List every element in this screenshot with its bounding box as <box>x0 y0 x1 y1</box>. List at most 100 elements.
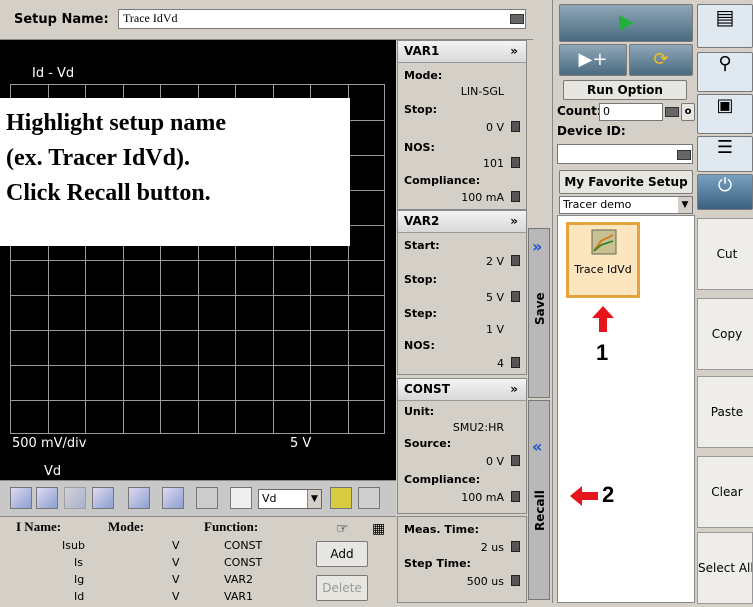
row-name: Is <box>74 556 83 569</box>
start-value[interactable]: 2 V <box>486 255 504 268</box>
source-value[interactable]: 0 V <box>486 455 504 468</box>
line1-icon[interactable] <box>92 487 114 509</box>
chevron-down-icon: ▼ <box>678 197 692 213</box>
collapse-icon[interactable]: » <box>510 44 518 58</box>
row-name: Isub <box>62 539 85 552</box>
calculator-icon[interactable] <box>511 121 520 132</box>
var2-header[interactable]: VAR2 » <box>398 211 526 233</box>
instruction-line-2: (ex. Tracer IdVd). <box>6 145 190 171</box>
axis-icon[interactable] <box>230 487 252 509</box>
search-button[interactable]: ⚲ <box>697 52 753 92</box>
setup-bar: Setup Name: Trace IdVd <box>0 0 533 40</box>
var2-title: VAR2 <box>404 214 440 228</box>
calculator-icon[interactable] <box>511 157 520 168</box>
marker-icon[interactable] <box>10 487 32 509</box>
repeat-button[interactable]: ⟳ <box>629 44 693 76</box>
power-button[interactable]: ⏻ <box>697 174 753 210</box>
zoom-icon[interactable] <box>36 487 58 509</box>
nos-value[interactable]: 101 <box>483 157 504 170</box>
search-icon: ⚲ <box>718 53 732 74</box>
compliance-value[interactable]: 100 mA <box>461 491 504 504</box>
calculator-icon[interactable] <box>511 191 520 202</box>
favorite-setup-button[interactable]: My Favorite Setup ▾ <box>559 170 693 211</box>
collapse-icon[interactable]: » <box>510 382 518 396</box>
row-mode: V <box>172 573 180 586</box>
row-name: Ig <box>74 573 85 586</box>
calculator-icon[interactable] <box>511 357 520 368</box>
setup-name-input[interactable]: Trace IdVd <box>118 9 526 29</box>
tools-icon[interactable] <box>196 487 218 509</box>
trace-setup-icon <box>591 229 617 255</box>
cut-button[interactable]: Cut <box>697 218 753 290</box>
compliance-value[interactable]: 100 mA <box>461 191 504 204</box>
table-row[interactable]: Ig V VAR2 <box>0 573 300 590</box>
favorite-item-trace-idvd[interactable]: Trace IdVd <box>566 222 640 298</box>
graph-view-button[interactable]: ▤ <box>697 4 753 48</box>
device-id-input[interactable] <box>557 144 693 164</box>
var1-header[interactable]: VAR1 » <box>398 41 526 63</box>
col-function: Function: <box>204 519 259 534</box>
unit-value[interactable]: SMU2:HR <box>453 421 504 434</box>
table-row[interactable]: Id V VAR1 <box>0 590 300 607</box>
append-run-button[interactable]: ▶+ <box>559 44 627 76</box>
keyboard-icon[interactable] <box>510 14 524 24</box>
run-button[interactable] <box>559 4 693 42</box>
table-row[interactable]: Is V CONST <box>0 556 300 573</box>
calculator-icon[interactable] <box>511 575 520 586</box>
keyboard-icon[interactable] <box>677 150 691 160</box>
add-button[interactable]: Add <box>316 541 368 567</box>
table-row[interactable]: Isub V CONST <box>0 539 300 556</box>
stop-label: Stop: <box>404 273 438 286</box>
mode-value[interactable]: LIN-SGL <box>461 85 504 98</box>
stop-label: Stop: <box>404 103 438 116</box>
step-time-value[interactable]: 500 us <box>467 575 504 588</box>
hand-icon[interactable]: ☞ <box>336 521 349 537</box>
nos-value[interactable]: 4 <box>497 357 504 370</box>
category-select[interactable]: Tracer demo ▼ <box>559 196 693 214</box>
meas-time-value[interactable]: 2 us <box>481 541 504 554</box>
play-icon <box>619 15 634 31</box>
var-select[interactable]: Vd ▼ <box>258 489 322 509</box>
stop-value[interactable]: 0 V <box>486 121 504 134</box>
calculator-icon[interactable] <box>511 255 520 266</box>
step-value[interactable]: 1 V <box>486 323 504 336</box>
line3-icon[interactable] <box>162 487 184 509</box>
lin-icon[interactable] <box>330 487 352 509</box>
collapse-icon[interactable]: » <box>510 214 518 228</box>
line2-icon[interactable] <box>128 487 150 509</box>
chevron-right-icon: » <box>532 237 543 256</box>
grid-icon[interactable]: ▦ <box>372 521 385 537</box>
graph-title: Id - Vd <box>32 66 75 81</box>
recall-tab[interactable]: « Recall <box>528 400 550 600</box>
const-panel: CONST » Unit: SMU2:HR Source: 0 V Complia… <box>397 378 527 514</box>
calculator-icon[interactable] <box>511 491 520 502</box>
const-header[interactable]: CONST » <box>398 379 526 401</box>
append-run-icon: ▶+ <box>578 49 608 70</box>
keyboard-icon[interactable] <box>665 107 679 117</box>
calculator-icon[interactable] <box>511 291 520 302</box>
const-title: CONST <box>404 382 450 396</box>
display-button[interactable]: ▣ <box>697 94 753 134</box>
chevron-left-icon: « <box>532 437 543 456</box>
paste-button[interactable]: Paste <box>697 376 753 448</box>
graph-xmax: 5 V <box>290 436 312 451</box>
step-2-marker: 2 <box>602 482 615 507</box>
count-input[interactable]: 0 <box>599 103 663 121</box>
plus-icon[interactable] <box>358 487 380 509</box>
var-select-value: Vd <box>262 492 277 505</box>
row-function: VAR1 <box>224 590 253 603</box>
data-button[interactable]: ☰ <box>697 136 753 172</box>
stop-value[interactable]: 5 V <box>486 291 504 304</box>
calculator-icon[interactable] <box>511 455 520 466</box>
calculator-icon[interactable] <box>511 541 520 552</box>
reset-count-button[interactable]: o <box>681 103 695 121</box>
clear-button[interactable]: Clear <box>697 456 753 528</box>
step-label: Step: <box>404 307 437 320</box>
copy-button[interactable]: Copy <box>697 298 753 370</box>
graph-xlabel: Vd <box>44 464 62 479</box>
save-tab[interactable]: » Save <box>528 228 550 398</box>
cursor-icon[interactable] <box>64 487 86 509</box>
delete-button[interactable]: Delete <box>316 575 368 601</box>
select-all-button[interactable]: Select All <box>697 532 753 604</box>
run-option-button[interactable]: Run Option <box>563 80 687 100</box>
